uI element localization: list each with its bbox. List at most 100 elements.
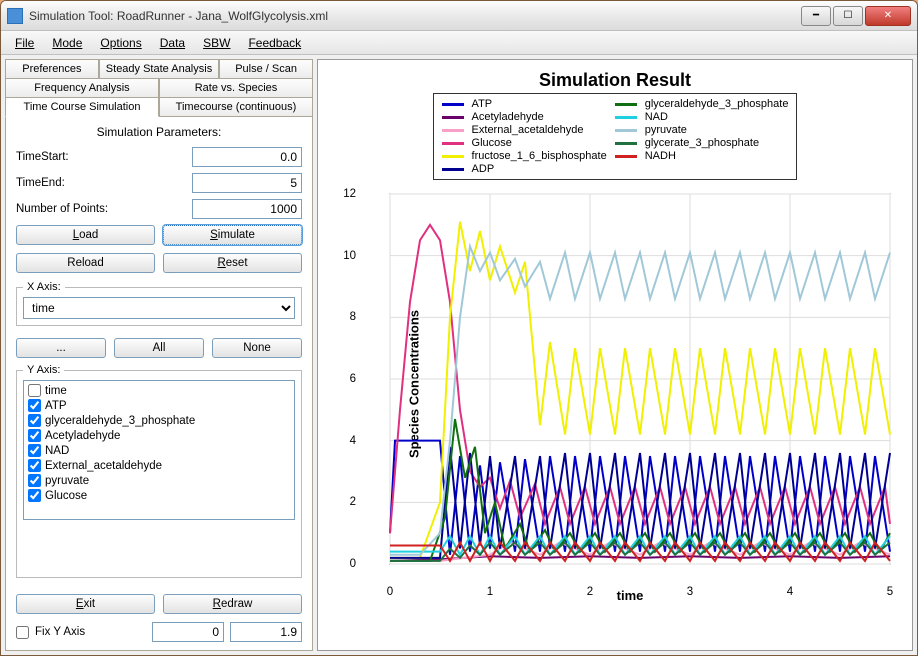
legend-swatch [442,116,464,119]
x-tick: 0 [387,586,393,598]
fix-y-checkbox[interactable] [16,626,29,639]
tab-timecourse-cont[interactable]: Timecourse (continuous) [159,97,313,117]
legend-swatch [442,129,464,132]
tab-time-course[interactable]: Time Course Simulation [5,97,159,117]
y-tick: 10 [343,250,356,262]
legend-label: ATP [472,98,607,110]
chart-legend: ATP glyceraldehyde_3_phosphate Acetyladehy… [433,93,798,180]
legend-swatch [615,103,637,106]
yaxis-item-label: pyruvate [45,475,89,487]
yaxis-item[interactable]: NAD [24,443,294,458]
menu-sbw[interactable]: SBW [195,33,238,53]
yaxis-item[interactable]: pyruvate [24,473,294,488]
menu-mode[interactable]: Mode [44,33,90,53]
tab-steady-state[interactable]: Steady State Analysis [99,59,219,79]
yaxis-checkbox[interactable] [28,384,41,397]
minimize-button[interactable]: ━ [801,6,831,26]
yaxis-item-label: External_acetaldehyde [45,460,162,472]
maximize-button[interactable]: ☐ [833,6,863,26]
legend-label: Acetyladehyde [472,111,607,123]
numpoints-label: Number of Points: [16,203,184,215]
legend-label: ADP [472,163,607,175]
legend-label: NAD [645,111,789,123]
yaxis-legend: Y Axis: [23,364,64,376]
exit-button[interactable]: Exit [16,594,155,614]
titlebar[interactable]: Simulation Tool: RoadRunner - Jana_WolfG… [1,1,917,31]
yaxis-item[interactable]: glyceraldehyde_3_phosphate [24,413,294,428]
menu-file[interactable]: File [7,33,42,53]
legend-label: External_acetaldehyde [472,124,607,136]
tab-preferences[interactable]: Preferences [5,59,99,79]
x-tick: 1 [487,586,493,598]
yaxis-item[interactable]: External_acetaldehyde [24,458,294,473]
menubar: File Mode Options Data SBW Feedback [1,31,917,55]
menu-data[interactable]: Data [152,33,193,53]
y-tick: 6 [350,373,356,385]
none-button[interactable]: None [212,338,302,358]
yaxis-listbox[interactable]: timeATPglyceraldehyde_3_phosphate Acetyla… [23,380,295,520]
simulate-button[interactable]: Simulate [163,225,302,245]
window-controls: ━ ☐ ✕ [801,6,911,26]
tab-frequency[interactable]: Frequency Analysis [5,78,159,98]
timestart-input[interactable] [192,147,302,167]
yaxis-item[interactable]: Acetyladehyde [24,428,294,443]
chart-area: Simulation Result ATPglyceraldehyde_3_ph… [317,59,913,651]
timeend-input[interactable] [192,173,302,193]
x-tick: 4 [787,586,793,598]
yaxis-fieldset: Y Axis: timeATPglyceraldehyde_3_phosphat… [16,364,302,578]
simulation-params-label: Simulation Parameters: [16,125,302,139]
yaxis-checkbox[interactable] [28,489,41,502]
x-axis-label: time [617,588,644,603]
timeend-label: TimeEnd: [16,177,184,189]
yaxis-checkbox[interactable] [28,444,41,457]
legend-label: fructose_1_6_bisphosphate [472,150,607,162]
reset-button[interactable]: Reset [163,253,302,273]
yaxis-checkbox[interactable] [28,459,41,472]
legend-swatch [442,142,464,145]
simulate-label: imulate [218,229,255,241]
menu-options[interactable]: Options [92,33,149,53]
yaxis-checkbox[interactable] [28,399,41,412]
legend-label: pyruvate [645,124,789,136]
yaxis-item[interactable]: ATP [24,398,294,413]
all-button[interactable]: All [114,338,204,358]
fix-y-label: Fix Y Axis [35,626,85,638]
yaxis-item-label: Glucose [45,490,87,502]
yaxis-item[interactable]: time [24,383,294,398]
tab-row-1: Preferences Steady State Analysis Pulse … [5,59,313,79]
menu-feedback[interactable]: Feedback [240,33,309,53]
close-button[interactable]: ✕ [865,6,911,26]
left-panel: Preferences Steady State Analysis Pulse … [5,59,313,651]
redraw-button[interactable]: Redraw [163,594,302,614]
plot-area: Species Concentrations 024681012012345 [360,184,900,584]
y-tick: 12 [343,188,356,200]
tab-row-2: Frequency Analysis Rate vs. Species [5,78,313,98]
yaxis-item-label: Acetyladehyde [45,430,120,442]
yaxis-item[interactable]: Glucose [24,488,294,503]
legend-label: glyceraldehyde_3_phosphate [645,98,789,110]
x-tick: 5 [887,586,893,598]
numpoints-input[interactable] [192,199,302,219]
y-tick: 2 [350,496,356,508]
tab-rate-species[interactable]: Rate vs. Species [159,78,313,98]
y-tick: 8 [350,311,356,323]
legend-swatch [615,116,637,119]
yaxis-checkbox[interactable] [28,429,41,442]
yaxis-checkbox[interactable] [28,474,41,487]
xaxis-legend: X Axis: [23,281,65,293]
ellipsis-button[interactable]: ... [16,338,106,358]
app-icon [7,8,23,24]
fix-y-min-input[interactable] [152,622,224,642]
reload-button[interactable]: Reload [16,253,155,273]
xaxis-select[interactable]: time [23,297,295,319]
legend-swatch [442,168,464,171]
y-tick: 0 [350,558,356,570]
tab-pulse-scan[interactable]: Pulse / Scan [219,59,313,79]
x-tick: 2 [587,586,593,598]
legend-label: Glucose [472,137,607,149]
load-button[interactable]: Load [16,225,155,245]
yaxis-item-label: time [45,385,67,397]
legend-swatch [615,155,637,158]
yaxis-checkbox[interactable] [28,414,41,427]
fix-y-max-input[interactable] [230,622,302,642]
